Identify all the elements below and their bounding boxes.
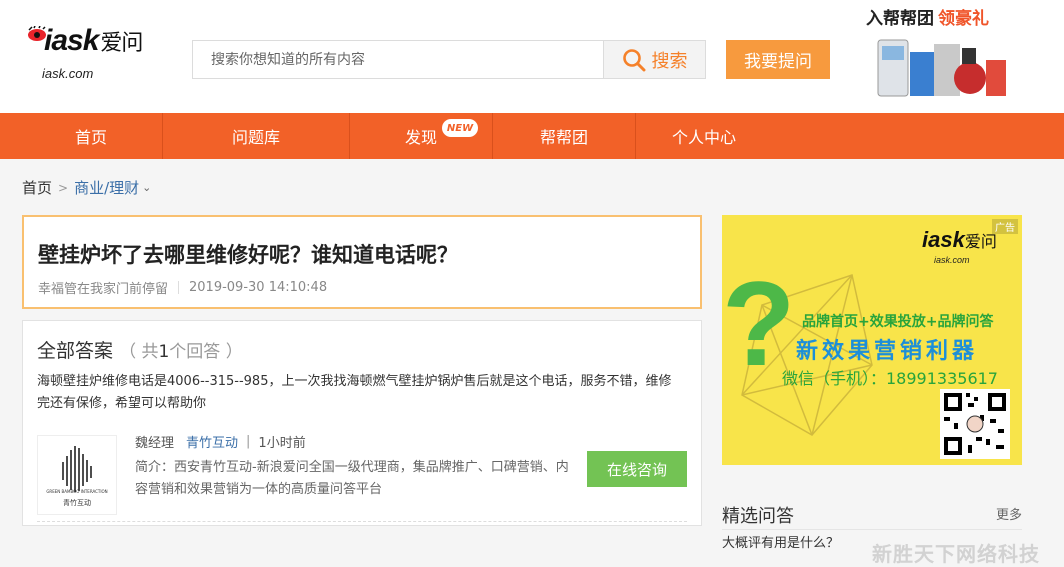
avatar-caption-cn: 青竹互动 [63, 499, 91, 507]
featured-qa-divider [722, 529, 1022, 530]
meta-divider [178, 281, 180, 294]
promo-banner[interactable]: 入帮帮团 领豪礼 [866, 4, 1056, 104]
ask-question-button[interactable]: 我要提问 [726, 40, 830, 79]
avatar-caption-en: GREEN BAMBOO INTERACTION [46, 489, 108, 494]
consult-button[interactable]: 在线咨询 [587, 451, 687, 487]
question-meta: 幸福管在我家门前停留 2019-09-30 14:10:48 [38, 278, 327, 297]
new-badge: NEW [442, 119, 478, 137]
nav-item-help-group[interactable]: 帮帮团 [493, 113, 635, 159]
main-nav: 首页 问题库 发现 帮帮团 个人中心 [0, 113, 1064, 159]
answers-panel: 全部答案 （ 共1个回答 ） 海顿壁挂炉维修电话是4006--315--985，… [22, 320, 702, 526]
search-bar: 搜索 [192, 40, 706, 79]
site-header: iask爱问 iask.com 搜索 我要提问 入帮帮团领豪礼 [0, 0, 1064, 113]
answers-heading: 全部答案 （ 共1个回答 ） [37, 340, 243, 362]
question-title: 壁挂炉坏了去哪里维修好呢？谁知道电话呢？ [38, 243, 458, 267]
featured-qa-more-link[interactable]: 更多 [996, 504, 1022, 523]
site-logo[interactable]: iask爱问 iask.com [28, 24, 148, 84]
question-asker[interactable]: 幸福管在我家门前停留 [38, 278, 168, 297]
question-time: 2019-09-30 14:10:48 [189, 280, 328, 295]
nav-item-user-center[interactable]: 个人中心 [636, 113, 772, 159]
featured-qa-item[interactable]: 大概评有用是什么？ [722, 532, 839, 551]
logo-brand: iask爱问 [44, 24, 143, 57]
ad-line-headline: 新效果营销利器 [796, 339, 979, 364]
answerer-avatar[interactable]: GREEN BAMBOO INTERACTION 青竹互动 [37, 435, 117, 515]
breadcrumb-separator: > [58, 180, 69, 195]
ad-banner[interactable]: ? 广告 iask爱问 iask.com 品牌首页+效果投放+品牌问答 新效果营… [722, 215, 1022, 465]
search-button[interactable]: 搜索 [603, 41, 705, 78]
chevron-down-icon[interactable]: ⌄ [142, 181, 151, 194]
ad-logo-domain: iask.com [934, 255, 970, 265]
ad-line-contact: 微信（手机）：18991335617 [782, 369, 998, 388]
answer-divider [37, 521, 687, 522]
answers-count: （ 共1个回答 ） [119, 342, 243, 362]
ad-line-services: 品牌首页+效果投放+品牌问答 [802, 314, 994, 330]
answer-time: 1小时前 [258, 436, 306, 451]
ad-logo: iask爱问 [922, 227, 997, 252]
question-card: 壁挂炉坏了去哪里维修好呢？谁知道电话呢？ 幸福管在我家门前停留 2019-09-… [22, 215, 702, 309]
search-button-label: 搜索 [651, 50, 688, 72]
logo-domain: iask.com [42, 66, 94, 81]
featured-qa-title: 精选问答 [722, 506, 794, 527]
nav-item-question-bank[interactable]: 问题库 [163, 113, 349, 159]
qr-code-icon [940, 389, 1010, 459]
search-icon [622, 48, 645, 71]
watermark: 新胜天下网络科技 [872, 542, 1040, 566]
breadcrumb-category[interactable]: 商业/理财 [74, 177, 139, 198]
breadcrumb-home[interactable]: 首页 [22, 177, 52, 198]
promo-products-image [877, 39, 1006, 97]
answer-content: 海顿壁挂炉维修电话是4006--315--985，上一次我找海顿燃气壁挂炉锅炉售… [37, 374, 672, 411]
nav-item-home[interactable]: 首页 [20, 113, 162, 159]
promo-title: 入帮帮团 领豪礼 [866, 9, 989, 29]
answer-author-intro: 简介：西安青竹互动-新浪爱问全国一级代理商，集品牌推广、口碑营销、内容营销和效果… [135, 460, 569, 497]
answer-author[interactable]: 魏经理 [135, 432, 174, 451]
search-input[interactable] [193, 41, 603, 78]
answer-org[interactable]: 青竹互动 [186, 432, 238, 451]
answer-author-line: 魏经理 青竹互动 | 1小时前 [135, 432, 306, 451]
featured-qa-header: 精选问答 更多 [722, 500, 1022, 530]
breadcrumb: 首页 > 商业/理财 ⌄ [22, 177, 151, 198]
